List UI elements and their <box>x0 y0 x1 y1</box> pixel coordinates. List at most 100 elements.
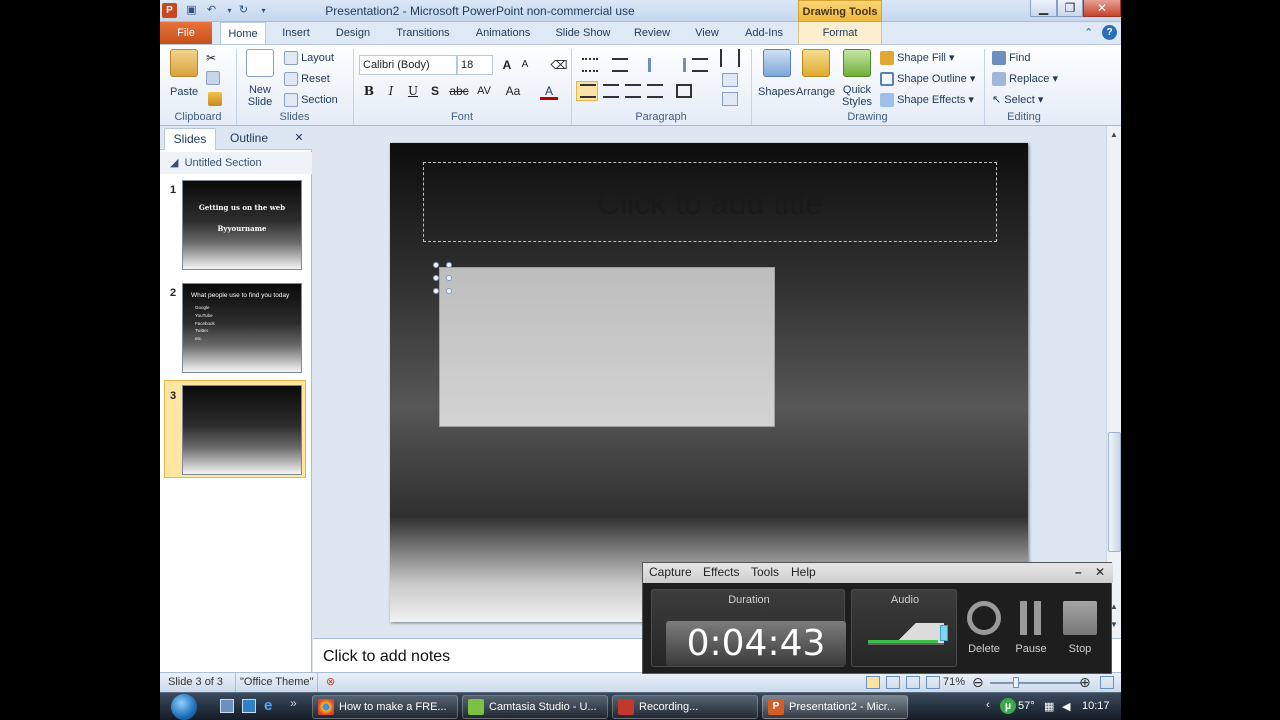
new-slide-button[interactable]: New Slide <box>246 49 274 108</box>
zoom-in-icon[interactable]: ⊕ <box>1079 674 1091 691</box>
align-text-icon[interactable] <box>722 92 738 106</box>
start-button[interactable] <box>168 693 200 720</box>
resize-handle[interactable] <box>446 275 452 281</box>
text-direction-icon[interactable] <box>722 73 738 87</box>
reset-button[interactable]: Reset <box>284 72 330 86</box>
shrink-font-icon[interactable]: A <box>516 56 534 74</box>
grow-font-icon[interactable]: A <box>498 56 516 74</box>
find-button[interactable]: Find <box>992 51 1030 65</box>
align-center-icon[interactable] <box>603 84 619 98</box>
taskbar-item-chrome[interactable]: How to make a FRE... <box>312 695 458 719</box>
numbering-icon[interactable] <box>612 58 628 72</box>
minimize-ribbon-icon[interactable]: ⌃ <box>1084 26 1093 39</box>
format-painter-icon[interactable] <box>208 92 222 106</box>
paste-button[interactable]: Paste <box>170 49 198 98</box>
title-placeholder[interactable]: Click to add title <box>423 162 997 242</box>
zoom-out-icon[interactable]: ⊖ <box>972 674 984 691</box>
spell-check-icon[interactable]: ⊗ <box>326 675 335 688</box>
internet-explorer-icon[interactable]: e <box>264 697 272 714</box>
change-case-button[interactable]: Aa <box>502 82 524 100</box>
decrease-indent-icon[interactable] <box>648 58 664 72</box>
delete-recording-icon[interactable] <box>967 601 1001 635</box>
close-pane-button[interactable]: ✕ <box>290 128 308 150</box>
section-header[interactable]: ◢ Untitled Section <box>160 152 312 174</box>
tab-review[interactable]: Review <box>627 22 677 44</box>
select-button[interactable]: ↖ Select ▾ <box>992 93 1043 106</box>
tab-add-ins[interactable]: Add-Ins <box>736 22 792 44</box>
stop-icon[interactable] <box>1063 601 1097 635</box>
network-icon[interactable]: ▦ <box>1044 700 1054 713</box>
menu-tools[interactable]: Tools <box>751 565 779 579</box>
tab-file[interactable]: File <box>160 22 212 44</box>
align-right-icon[interactable] <box>625 84 641 98</box>
zoom-slider[interactable] <box>990 682 1082 684</box>
utorrent-icon[interactable]: µ <box>1000 698 1016 714</box>
character-spacing-button[interactable]: AV <box>473 82 495 100</box>
delete-label[interactable]: Delete <box>961 643 1007 655</box>
font-color-button[interactable]: A <box>540 82 558 100</box>
bold-button[interactable]: B <box>360 82 378 100</box>
content-placeholder[interactable] <box>439 267 775 427</box>
volume-icon[interactable]: ◀ <box>1062 700 1070 713</box>
tab-animations[interactable]: Animations <box>468 22 538 44</box>
audio-volume-slider[interactable] <box>940 625 948 641</box>
tab-view[interactable]: View <box>686 22 728 44</box>
resize-handle[interactable] <box>433 262 439 268</box>
switch-windows-icon[interactable] <box>242 699 256 713</box>
font-size-select[interactable]: 18 <box>457 55 493 75</box>
tab-slides[interactable]: Slides <box>164 128 216 150</box>
slide-show-icon[interactable] <box>926 676 940 689</box>
tray-expand-icon[interactable]: ‹ <box>986 699 990 711</box>
justify-icon[interactable] <box>647 84 663 98</box>
stop-label[interactable]: Stop <box>1057 643 1103 655</box>
slide-thumbnail-1[interactable]: Getting us on the web Byyourname <box>182 180 302 270</box>
italic-button[interactable]: I <box>382 82 400 100</box>
shape-fill-button[interactable]: Shape Fill ▾ <box>880 51 955 66</box>
theme-name[interactable]: "Office Theme" <box>240 676 313 688</box>
shape-effects-button[interactable]: Shape Effects ▾ <box>880 93 974 108</box>
taskbar-item-recording[interactable]: Recording... <box>612 695 758 719</box>
slide-canvas[interactable]: Click to add title <box>390 143 1028 622</box>
taskbar-item-powerpoint[interactable]: P Presentation2 - Micr... <box>762 695 908 719</box>
tab-insert[interactable]: Insert <box>274 22 318 44</box>
arrange-button[interactable]: Arrange <box>796 49 835 98</box>
bullets-icon[interactable] <box>582 58 598 72</box>
underline-button[interactable]: U <box>404 82 422 100</box>
menu-effects[interactable]: Effects <box>703 565 739 579</box>
slide-sorter-icon[interactable] <box>886 676 900 689</box>
shapes-button[interactable]: Shapes <box>758 49 795 98</box>
tab-format[interactable]: Format <box>798 22 882 44</box>
quick-styles-button[interactable]: Quick Styles <box>842 49 872 108</box>
strikethrough-button[interactable]: abc <box>448 82 470 100</box>
close-button[interactable]: ✕ <box>1083 0 1121 17</box>
layout-button[interactable]: Layout <box>284 51 334 65</box>
recorder-minimize-button[interactable]: – <box>1075 565 1082 579</box>
minimize-button[interactable]: ▁ <box>1030 0 1057 17</box>
show-desktop-icon[interactable] <box>220 699 234 713</box>
tab-transitions[interactable]: Transitions <box>388 22 458 44</box>
resize-handle[interactable] <box>433 275 439 281</box>
pause-label[interactable]: Pause <box>1009 643 1053 655</box>
notes-placeholder[interactable]: Click to add notes <box>323 648 450 666</box>
tab-home[interactable]: Home <box>220 22 266 44</box>
zoom-slider-thumb[interactable] <box>1013 677 1019 688</box>
clock[interactable]: 10:17 <box>1082 700 1110 712</box>
tab-slide-show[interactable]: Slide Show <box>548 22 618 44</box>
increase-indent-icon[interactable] <box>670 58 686 72</box>
copy-icon[interactable] <box>206 71 220 85</box>
menu-help[interactable]: Help <box>791 565 816 579</box>
shape-outline-button[interactable]: Shape Outline ▾ <box>880 72 975 87</box>
tab-outline[interactable]: Outline <box>220 128 278 150</box>
normal-view-icon[interactable] <box>866 676 880 689</box>
reading-view-icon[interactable] <box>906 676 920 689</box>
text-shadow-button[interactable]: S <box>426 82 444 100</box>
resize-handle[interactable] <box>446 288 452 294</box>
resize-handle[interactable] <box>433 288 439 294</box>
scroll-thumb[interactable] <box>1108 432 1121 552</box>
help-icon[interactable]: ? <box>1102 25 1117 40</box>
menu-capture[interactable]: Capture <box>649 565 692 579</box>
recorder-close-button[interactable]: ✕ <box>1095 565 1105 579</box>
section-button[interactable]: Section <box>284 93 338 107</box>
pause-icon[interactable] <box>1020 601 1027 635</box>
zoom-level[interactable]: 71% <box>943 676 965 688</box>
